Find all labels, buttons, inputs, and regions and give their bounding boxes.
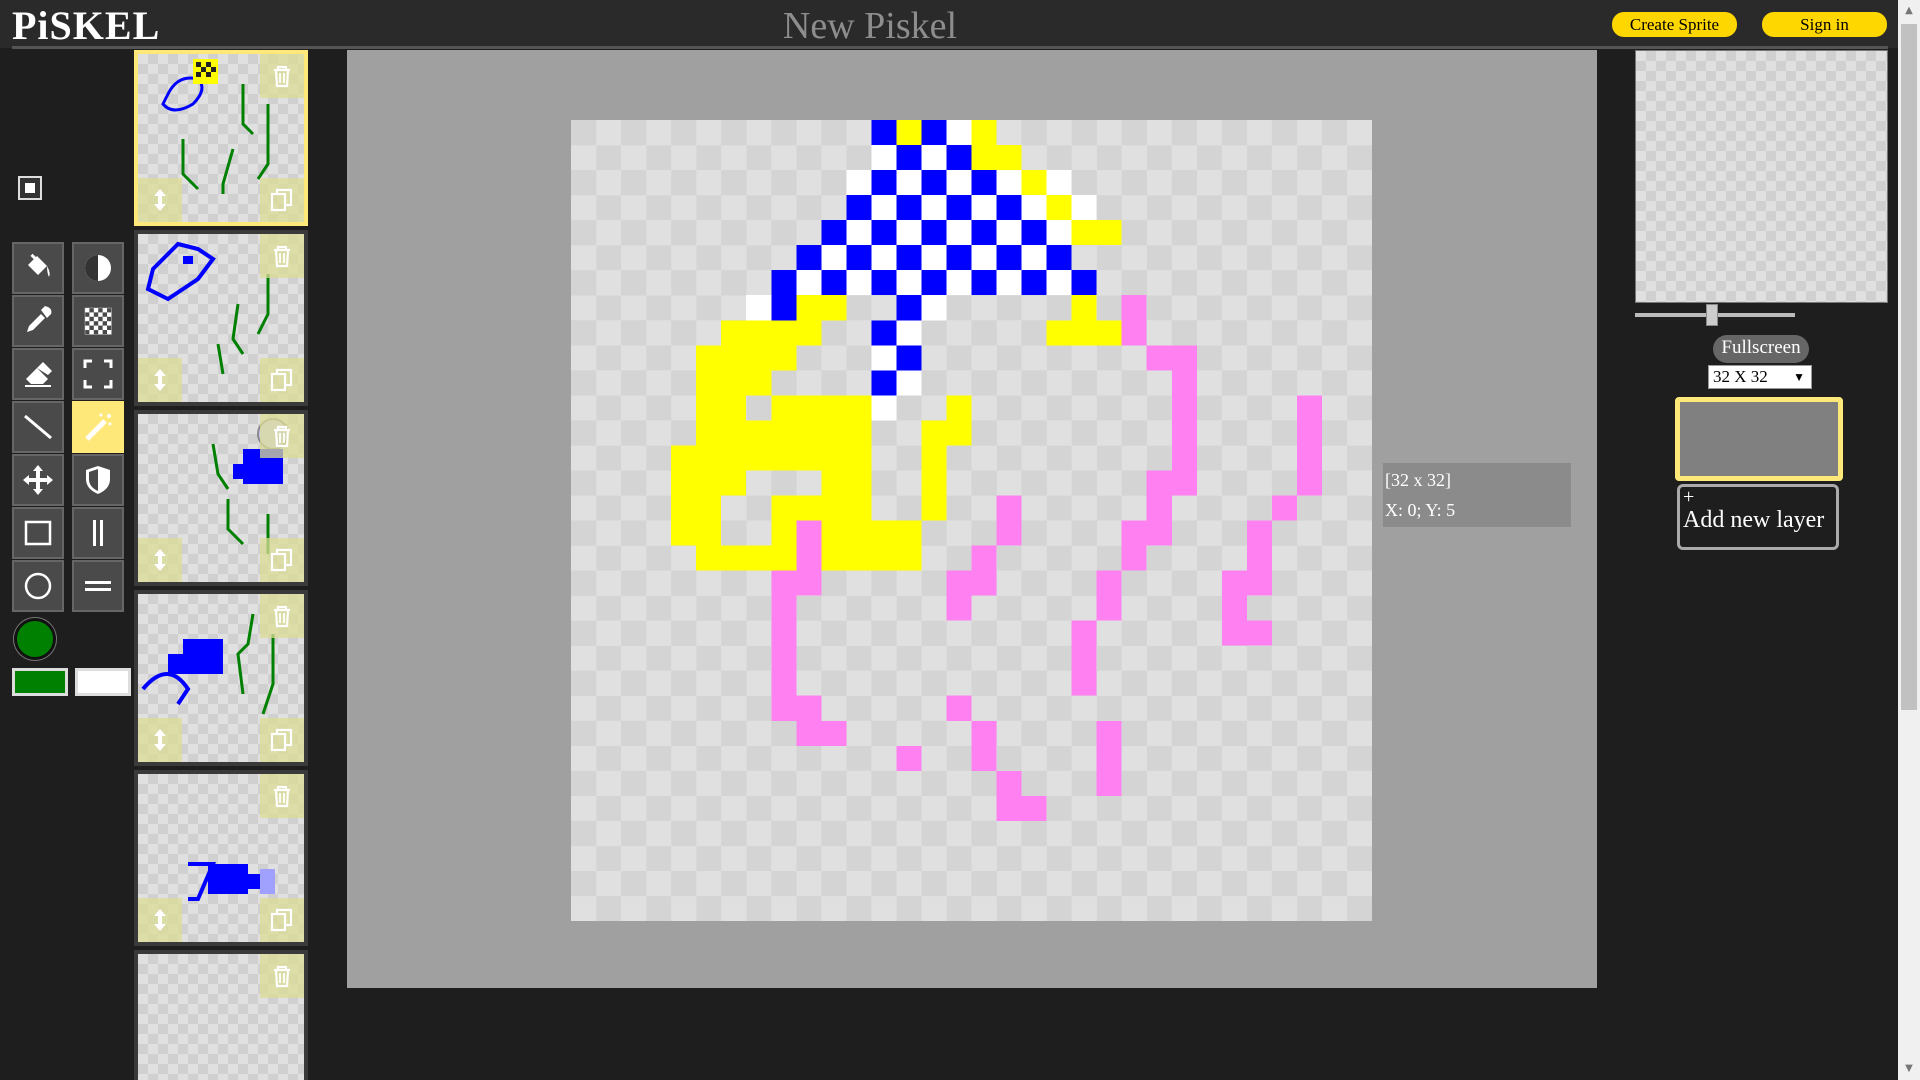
trash-icon [274,65,290,88]
document-title[interactable]: New Piskel [700,4,1040,48]
trash-icon [274,425,290,448]
layer-item[interactable] [1675,397,1843,481]
shield-icon [86,466,110,494]
drag-frame-handle[interactable] [138,358,182,402]
magic-wand-icon [85,413,112,441]
checker-tool[interactable] [72,295,124,347]
move-vertical-icon [154,369,166,391]
trash-icon [274,245,290,268]
eraser-tool[interactable] [12,348,64,400]
checker-icon [84,307,112,335]
delete-frame-button[interactable] [260,414,304,458]
scrollbar-thumb[interactable] [1901,24,1917,710]
frame-thumbnail[interactable] [134,410,308,586]
duplicate-icon [270,728,293,752]
secondary-color-swatch[interactable] [75,668,131,696]
rectangle-select-icon [83,359,113,389]
canvas-size-label: [32 x 32] [1385,470,1451,490]
duplicate-frame-button[interactable] [260,718,304,762]
color-preview-dot[interactable] [14,618,56,660]
drag-frame-handle[interactable] [138,178,182,222]
dropdown-arrow-icon: ▼ [1793,370,1805,384]
duplicate-frame-button[interactable] [260,538,304,582]
shield-tool[interactable] [72,454,124,506]
frames-list [132,48,312,1080]
create-sprite-button[interactable]: Create Sprite [1612,12,1737,37]
magic-wand-tool[interactable] [72,401,124,453]
piskel-app: PiSKEL New Piskel Create Sprite Sign in [0,0,1920,1080]
eyedropper-icon [27,306,52,332]
horizontal-mirror-icon [85,581,111,591]
circle-tool[interactable] [12,560,64,612]
stroke-icon [24,414,52,440]
delete-frame-button[interactable] [260,594,304,638]
drag-frame-handle[interactable] [138,718,182,762]
cursor-coordinates: X: 0; Y: 5 [1385,500,1456,520]
move-tool[interactable] [12,454,64,506]
preview-size-select[interactable]: 32 X 32 ▼ [1708,365,1812,389]
app-logo[interactable]: PiSKEL [12,2,160,49]
sign-in-button[interactable]: Sign in [1762,12,1887,37]
dither-tool[interactable] [72,242,124,294]
preview-size-value: 32 X 32 [1713,367,1768,386]
pen-size-selector[interactable] [18,176,42,200]
scroll-down-icon[interactable]: ▼ [1898,1058,1920,1080]
fullscreen-button[interactable]: Fullscreen [1713,335,1809,363]
delete-frame-button[interactable] [260,774,304,818]
duplicate-frame-button[interactable] [260,358,304,402]
drag-frame-handle[interactable] [138,898,182,942]
frame-thumbnail[interactable] [134,590,308,766]
eyedropper-tool[interactable] [12,295,64,347]
vertical-mirror-icon [93,520,103,546]
eraser-icon [25,362,52,387]
delete-frame-button[interactable] [260,954,304,998]
move-vertical-icon [154,729,166,751]
rectangle-select-tool[interactable] [72,348,124,400]
header-bar: PiSKEL New Piskel Create Sprite Sign in [0,0,1898,48]
animation-preview [1635,50,1888,303]
move-vertical-icon [154,189,166,211]
frame-thumbnail[interactable] [134,950,308,1080]
dither-icon [85,255,111,281]
move-vertical-icon [154,909,166,931]
duplicate-icon [270,368,293,392]
vertical-mirror-tool[interactable] [72,507,124,559]
primary-color-swatch[interactable] [12,668,68,696]
fps-slider-thumb[interactable] [1706,304,1718,326]
plus-icon: + [1683,486,1695,508]
trash-icon [274,965,290,988]
paint-bucket-icon [28,253,50,277]
frame-thumbnail[interactable] [134,770,308,946]
trash-icon [274,785,290,808]
paint-bucket-tool[interactable] [12,242,64,294]
add-layer-button[interactable]: + Add new layer [1677,484,1839,550]
rectangle-icon [24,520,52,546]
duplicate-frame-button[interactable] [260,178,304,222]
duplicate-icon [270,188,293,212]
rectangle-tool[interactable] [12,507,64,559]
frame-thumbnail[interactable] [134,230,308,406]
move-icon [23,465,53,495]
duplicate-icon [270,908,293,932]
canvas-info-panel: [32 x 32] X: 0; Y: 5 [1383,463,1571,527]
frame-thumbnail[interactable] [134,50,308,226]
stroke-tool[interactable] [12,401,64,453]
circle-icon [24,572,52,600]
duplicate-frame-button[interactable] [260,898,304,942]
trash-icon [274,605,290,628]
delete-frame-button[interactable] [260,54,304,98]
delete-frame-button[interactable] [260,234,304,278]
scroll-up-icon[interactable]: ▲ [1898,0,1920,22]
move-vertical-icon [154,549,166,571]
duplicate-icon [270,548,293,572]
add-layer-label: Add new layer [1683,507,1825,533]
drag-frame-handle[interactable] [138,538,182,582]
horizontal-mirror-tool[interactable] [72,560,124,612]
drawing-canvas[interactable] [571,120,1372,921]
